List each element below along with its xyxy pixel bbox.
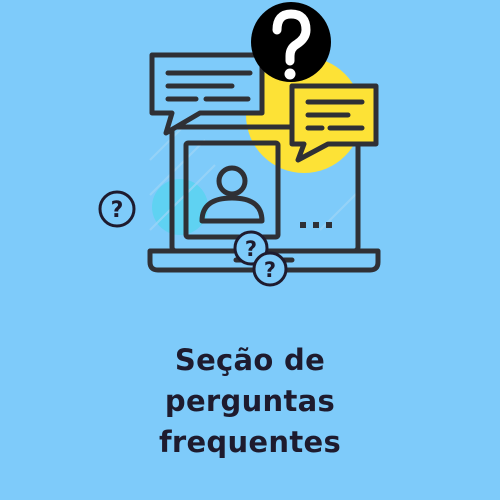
heading-line: Seção de <box>174 343 326 377</box>
typing-dots <box>300 222 332 228</box>
cyan-accent-circle <box>152 179 208 235</box>
chat-bubble-icon <box>149 52 265 136</box>
question-circle-icon: ? <box>252 251 288 287</box>
faq-banner: ? ? ? Seção de perguntas frequentes <box>0 0 500 500</box>
heading-line: frequentes <box>158 425 342 459</box>
faq-illustration: ? ? ? <box>98 2 381 287</box>
question-circle-icon: ? <box>98 190 136 228</box>
faq-heading: Seção de perguntas frequentes <box>0 340 500 463</box>
question-badge-icon <box>251 2 331 82</box>
question-mark-glyph: ? <box>264 258 276 282</box>
question-mark-glyph: ? <box>111 198 124 223</box>
question-mark-glyph: ? <box>245 237 257 261</box>
heading-line: perguntas <box>164 384 336 418</box>
